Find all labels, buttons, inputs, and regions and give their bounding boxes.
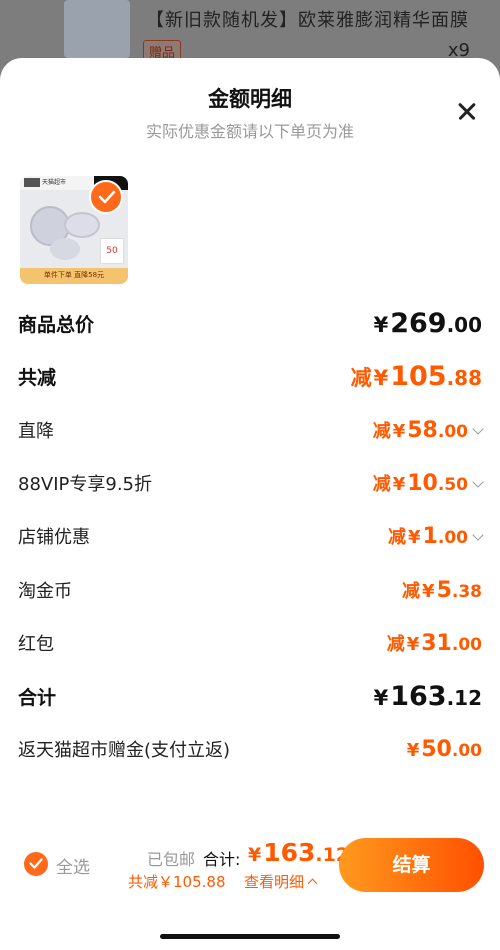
amount-decimal: .00 [446, 312, 482, 337]
total-integer: 163 [263, 838, 316, 867]
price-row: 红包 减 ¥31.00 [18, 628, 482, 658]
price-row-label: 返天猫超市赠金(支付立返) [18, 740, 231, 761]
price-row-label: 合计 [18, 686, 57, 709]
select-all-label[interactable]: 全选 [56, 853, 90, 878]
price-row[interactable]: 88VIP专享9.5折 减 ¥10.50 [18, 468, 484, 498]
amount-currency: ¥ [406, 634, 420, 655]
amount-decimal: .00 [451, 635, 482, 655]
amount-decimal: .00 [451, 740, 482, 761]
chevron-down-icon[interactable] [472, 423, 484, 435]
selected-check-icon[interactable] [89, 180, 123, 214]
price-row-amount: 减 ¥10.50 [372, 470, 484, 496]
price-row-amount: ¥269.00 [372, 308, 482, 339]
total-currency: ¥ [248, 844, 262, 866]
amount-prefix: 减 [350, 365, 372, 390]
total-amount: ¥ 163 .12 [248, 838, 349, 867]
price-row-amount: 减 ¥5.38 [402, 577, 482, 603]
amount-currency: ¥ [406, 739, 420, 761]
product-pad-image [50, 238, 80, 260]
amount-integer: 50 [421, 736, 452, 762]
price-row[interactable]: 直降 减 ¥58.00 [18, 415, 484, 445]
amount-decimal: .00 [437, 528, 468, 548]
price-row-amount: 减 ¥1.00 [388, 523, 484, 549]
chevron-down-icon[interactable] [472, 476, 484, 488]
product-store-label: 天猫超市 [42, 179, 67, 186]
price-row-label: 共减 [18, 366, 57, 389]
amount-prefix: 减 [388, 527, 407, 548]
price-row-label: 88VIP专享9.5折 [18, 474, 153, 495]
amount-currency: ¥ [373, 685, 389, 710]
chevron-down-icon[interactable] [472, 529, 484, 541]
total-discount: 共减￥105.88 [128, 873, 226, 891]
amount-decimal: .50 [437, 475, 468, 495]
shipping-status: 已包邮 [147, 850, 196, 869]
sheet-subtitle: 实际优惠金额请以下单页为准 [145, 122, 354, 141]
price-row-label: 直降 [18, 421, 54, 442]
price-row-label: 商品总价 [18, 313, 95, 336]
amount-currency: ¥ [373, 365, 389, 390]
amount-decimal: .12 [446, 685, 482, 710]
brand-logo [24, 178, 40, 187]
background-item-title: 【新旧款随机发】欧莱雅膨润精华面膜 [146, 10, 469, 31]
amount-decimal: .38 [451, 582, 482, 602]
product-promo-card: 50 [100, 238, 124, 264]
amount-integer: 163 [390, 680, 447, 712]
amount-currency: ¥ [373, 312, 389, 337]
amount-integer: 105 [390, 360, 447, 392]
amount-prefix: 减 [402, 581, 421, 602]
amount-currency: ¥ [392, 474, 406, 495]
product-caption: 单件下单 直降58元 [43, 271, 105, 279]
price-row: 共减 减 ¥105.88 [18, 361, 482, 392]
price-row-amount: 减 ¥105.88 [351, 361, 482, 392]
amount-prefix: 减 [386, 634, 405, 655]
total-label: 合计: [203, 850, 241, 869]
amount-integer: 1 [422, 524, 438, 549]
background-item-thumbnail [64, 0, 130, 58]
sheet-title: 金额明细 [208, 87, 292, 111]
price-row-amount: 减 ¥58.00 [372, 417, 484, 443]
checkout-button[interactable]: 结算 [339, 838, 484, 892]
amount-decimal: .88 [446, 365, 482, 390]
price-row-label: 红包 [18, 634, 54, 655]
price-row: 淘金币 减 ¥5.38 [18, 575, 482, 605]
amount-detail-sheet: 金额明细 实际优惠金额请以下单页为准 天猫超市 50 单件下单 直降58元 商品… [0, 58, 500, 950]
amount-integer: 5 [436, 578, 452, 603]
price-row: 返天猫超市赠金(支付立返) ¥50.00 [18, 734, 482, 764]
product-mask-image [64, 212, 100, 238]
chevron-up-icon [307, 878, 318, 889]
select-all-checkbox[interactable] [24, 852, 48, 876]
price-row-label: 淘金币 [18, 581, 72, 602]
amount-integer: 269 [390, 307, 447, 339]
price-row-amount: ¥163.12 [372, 681, 482, 712]
amount-prefix: 减 [372, 474, 391, 495]
price-row-amount: ¥50.00 [405, 737, 482, 762]
amount-currency: ¥ [392, 421, 406, 442]
price-row[interactable]: 店铺优惠 减 ¥1.00 [18, 521, 484, 551]
price-row-label: 店铺优惠 [18, 527, 90, 548]
amount-currency: ¥ [408, 527, 421, 548]
home-indicator [160, 934, 340, 939]
amount-integer: 31 [421, 631, 452, 656]
price-row: 商品总价 ¥269.00 [18, 308, 482, 339]
close-icon[interactable] [452, 96, 482, 126]
view-detail-link[interactable]: 查看明细 [244, 871, 318, 892]
amount-decimal: .00 [437, 422, 468, 442]
price-row: 合计 ¥163.12 [18, 681, 482, 712]
amount-prefix: 减 [372, 421, 391, 442]
amount-integer: 58 [407, 418, 438, 443]
view-detail-label: 查看明细 [244, 873, 305, 891]
amount-currency: ¥ [422, 581, 435, 602]
price-row-amount: 减 ¥31.00 [387, 630, 482, 656]
amount-integer: 10 [407, 471, 438, 496]
